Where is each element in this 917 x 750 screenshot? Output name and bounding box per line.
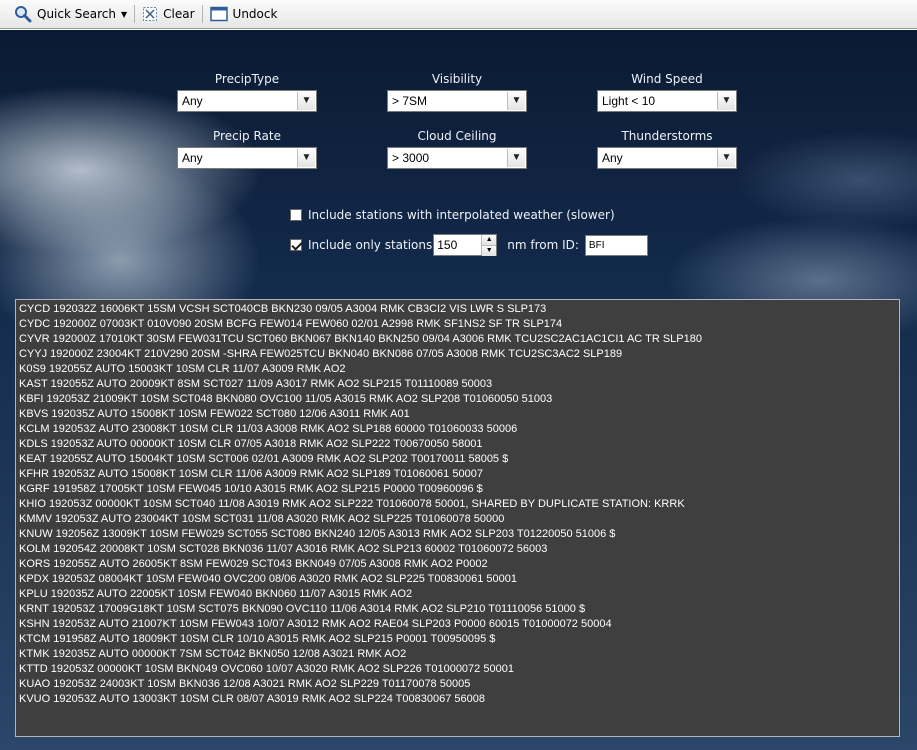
list-item: KSHN 192053Z AUTO 21007KT 10SM FEW043 10… xyxy=(19,618,612,630)
wind-speed-label: Wind Speed xyxy=(631,72,703,86)
weather-filter-panel: PrecipType Any ▼ Visibility > 7SM ▼ Wind… xyxy=(0,30,917,750)
interpolated-checkbox[interactable] xyxy=(290,209,302,221)
metar-results-list[interactable]: CYCD 192032Z 16006KT 15SM VCSH SCT040CB … xyxy=(15,299,900,737)
list-item: KOLM 192054Z 20008KT 10SM SCT028 BKN036 … xyxy=(19,543,548,555)
spin-down-icon[interactable]: ▼ xyxy=(482,245,497,256)
precip-rate-select[interactable]: Any ▼ xyxy=(177,147,317,169)
list-item: KORS 192055Z AUTO 26005KT 8SM FEW029 SCT… xyxy=(19,558,488,570)
quick-search-button[interactable]: Quick Search ▼ xyxy=(10,4,131,24)
distance-stepper[interactable]: 150 ▲ ▼ xyxy=(433,234,498,256)
list-item: KTCM 191958Z AUTO 18009KT 10SM CLR 10/10… xyxy=(19,633,496,645)
precip-rate-value: Any xyxy=(182,151,203,165)
only-stations-checkbox[interactable] xyxy=(290,239,302,251)
chevron-down-icon[interactable]: ▼ xyxy=(717,92,735,110)
list-item: KPLU 192035Z AUTO 22005KT 10SM FEW040 BK… xyxy=(19,588,413,600)
list-item: KHIO 192053Z 00000KT 10SM SCT040 11/08 A… xyxy=(19,498,685,510)
undock-button[interactable]: Undock xyxy=(206,4,282,24)
interpolated-label: Include stations with interpolated weath… xyxy=(308,208,615,222)
list-item: KVUO 192053Z AUTO 13003KT 10SM CLR 08/07… xyxy=(19,693,485,705)
list-item: KAST 192055Z AUTO 20009KT 8SM SCT027 11/… xyxy=(19,378,493,390)
list-item: KGRF 191958Z 17005KT 10SM FEW045 10/10 A… xyxy=(19,483,483,495)
thunderstorms-select[interactable]: Any ▼ xyxy=(597,147,737,169)
list-item: KMMV 192053Z AUTO 23004KT 10SM SCT031 11… xyxy=(19,513,505,525)
visibility-label: Visibility xyxy=(431,72,483,86)
chevron-down-icon[interactable]: ▼ xyxy=(717,149,735,167)
cloud-ceiling-value: > 3000 xyxy=(392,151,430,165)
window-icon xyxy=(209,6,228,22)
distance-value[interactable]: 150 xyxy=(434,235,481,255)
list-item: KFHR 192053Z AUTO 15008KT 10SM CLR 11/06… xyxy=(19,468,483,480)
clear-button[interactable]: Clear xyxy=(138,4,198,24)
list-item: KNUW 192056Z 13009KT 10SM FEW029 SCT055 … xyxy=(19,528,616,540)
list-item: KTMK 192035Z AUTO 00000KT 7SM SCT042 BKN… xyxy=(19,648,407,660)
visibility-select[interactable]: > 7SM ▼ xyxy=(387,90,527,112)
visibility-field: Visibility > 7SM ▼ xyxy=(387,72,527,112)
cloud-ceiling-field: Cloud Ceiling > 3000 ▼ xyxy=(387,129,527,169)
list-item: CYVR 192000Z 17010KT 30SM FEW031TCU SCT0… xyxy=(19,333,702,345)
list-item: CYCD 192032Z 16006KT 15SM VCSH SCT040CB … xyxy=(19,303,547,315)
thunderstorms-value: Any xyxy=(602,151,623,165)
precip-rate-field: Precip Rate Any ▼ xyxy=(177,129,317,169)
thunderstorms-field: Thunderstorms Any ▼ xyxy=(597,129,737,169)
toolbar-separator xyxy=(134,5,136,23)
list-item: KRNT 192053Z 17009G18KT 10SM SCT075 BKN0… xyxy=(19,603,586,615)
cloud-ceiling-label: Cloud Ceiling xyxy=(417,129,497,143)
list-item: KCLM 192053Z AUTO 23008KT 10SM CLR 11/03… xyxy=(19,423,518,435)
thunderstorms-label: Thunderstorms xyxy=(621,129,713,143)
toolbar: Quick Search ▼ Clear Undock xyxy=(0,0,917,29)
list-item: K0S9 192055Z AUTO 15003KT 10SM CLR 11/07… xyxy=(19,363,346,375)
list-item: KPDX 192053Z 08004KT 10SM FEW040 OVC200 … xyxy=(19,573,517,585)
toolbar-separator xyxy=(201,5,203,23)
wind-speed-value: Light < 10 xyxy=(602,94,656,108)
only-stations-label: Include only stations xyxy=(308,238,433,252)
chevron-down-icon[interactable]: ▼ xyxy=(297,149,315,167)
precip-rate-label: Precip Rate xyxy=(213,129,281,143)
magnifier-icon xyxy=(15,6,32,23)
station-id-input[interactable]: BFI xyxy=(584,234,648,256)
only-stations-option: Include only stations 150 ▲ ▼ nm from ID… xyxy=(290,234,648,256)
undock-label: Undock xyxy=(232,7,278,21)
cloud-ceiling-select[interactable]: > 3000 ▼ xyxy=(387,147,527,169)
precip-type-label: PrecipType xyxy=(214,72,280,86)
wind-speed-select[interactable]: Light < 10 ▼ xyxy=(597,90,737,112)
spin-up-icon[interactable]: ▲ xyxy=(482,235,497,245)
list-item: KUAO 192053Z 24003KT 10SM BKN036 12/08 A… xyxy=(19,678,471,690)
clear-label: Clear xyxy=(163,7,195,21)
chevron-down-icon[interactable]: ▼ xyxy=(121,10,127,19)
chevron-down-icon[interactable]: ▼ xyxy=(297,92,315,110)
list-item: KBFI 192053Z 21009KT 10SM SCT048 BKN080 … xyxy=(19,393,553,405)
chevron-down-icon[interactable]: ▼ xyxy=(507,149,525,167)
interpolated-option: Include stations with interpolated weath… xyxy=(290,208,615,222)
precip-type-value: Any xyxy=(182,94,203,108)
quick-search-label: Quick Search xyxy=(37,7,116,21)
clear-icon xyxy=(143,7,158,21)
visibility-value: > 7SM xyxy=(392,94,428,108)
chevron-down-icon[interactable]: ▼ xyxy=(507,92,525,110)
precip-type-field: PrecipType Any ▼ xyxy=(177,72,317,112)
list-item: KEAT 192055Z AUTO 15004KT 10SM SCT006 02… xyxy=(19,453,509,465)
list-item: KTTD 192053Z 00000KT 10SM BKN049 OVC060 … xyxy=(19,663,514,675)
list-item: KDLS 192053Z AUTO 00000KT 10SM CLR 07/05… xyxy=(19,438,483,450)
list-item: KBVS 192035Z AUTO 15008KT 10SM FEW022 SC… xyxy=(19,408,410,420)
list-item: CYDC 192000Z 07003KT 010V090 20SM BCFG F… xyxy=(19,318,563,330)
list-item: CYYJ 192000Z 23004KT 210V290 20SM -SHRA … xyxy=(19,348,623,360)
nm-from-label: nm from ID: xyxy=(507,238,579,252)
precip-type-select[interactable]: Any ▼ xyxy=(177,90,317,112)
wind-speed-field: Wind Speed Light < 10 ▼ xyxy=(597,72,737,112)
